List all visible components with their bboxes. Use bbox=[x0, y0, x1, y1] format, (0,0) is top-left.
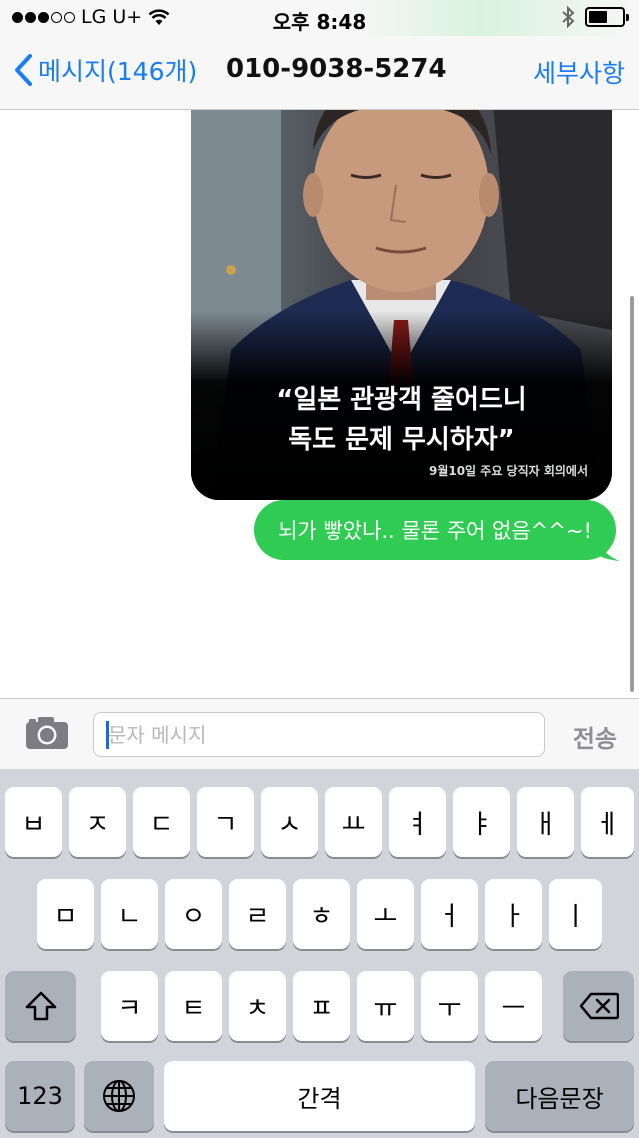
key[interactable]: ㅍ bbox=[293, 971, 350, 1041]
key[interactable]: ㄴ bbox=[101, 879, 158, 949]
status-right bbox=[561, 6, 629, 28]
message-input[interactable] bbox=[93, 712, 545, 757]
scroll-indicator[interactable] bbox=[630, 296, 634, 692]
key[interactable]: ㅠ bbox=[357, 971, 414, 1041]
bubble-tail bbox=[596, 540, 620, 561]
return-key[interactable]: 다음문장 bbox=[485, 1061, 634, 1131]
key[interactable]: ㅇ bbox=[165, 879, 222, 949]
key[interactable]: ㅁ bbox=[37, 879, 94, 949]
image-source-note: 9월10일 주요 당직자 회의에서 bbox=[428, 464, 588, 478]
space-key[interactable]: 간격 bbox=[164, 1061, 475, 1131]
camera-icon[interactable] bbox=[24, 715, 70, 751]
send-button[interactable]: 전송 bbox=[573, 719, 617, 754]
battery-level bbox=[589, 11, 607, 23]
delete-icon bbox=[579, 992, 619, 1020]
conversation-title: 010-9038-5274 bbox=[226, 54, 447, 84]
chevron-left-icon bbox=[15, 54, 32, 86]
globe-key[interactable] bbox=[84, 1061, 154, 1131]
globe-icon bbox=[103, 1080, 135, 1112]
key[interactable]: ㅋ bbox=[101, 971, 158, 1041]
shift-key[interactable] bbox=[5, 971, 76, 1041]
key[interactable]: ㅑ bbox=[453, 787, 510, 857]
key[interactable]: ㅔ bbox=[581, 787, 634, 857]
key[interactable]: ㄹ bbox=[229, 879, 286, 949]
key[interactable]: ㅏ bbox=[485, 879, 542, 949]
image-message[interactable]: “일본 관광객 줄어드니 독도 문제 무시하자” 9월10일 주요 당직자 회의… bbox=[191, 110, 612, 500]
shift-icon bbox=[25, 991, 56, 1021]
image-caption-line2: 독도 문제 무시하자” bbox=[288, 425, 515, 455]
key[interactable]: ㅓ bbox=[421, 879, 478, 949]
delete-key[interactable] bbox=[563, 971, 634, 1041]
image-caption: “일본 관광객 줄어드니 독도 문제 무시하자” bbox=[191, 380, 612, 460]
key[interactable]: ㅛ bbox=[325, 787, 382, 857]
key[interactable]: ㅡ bbox=[485, 971, 542, 1041]
key[interactable]: ㄷ bbox=[133, 787, 190, 857]
key[interactable]: ㅣ bbox=[549, 879, 602, 949]
key[interactable]: ㅗ bbox=[357, 879, 414, 949]
battery-icon bbox=[585, 7, 629, 27]
key[interactable]: ㅜ bbox=[421, 971, 478, 1041]
bluetooth-icon bbox=[562, 6, 575, 28]
image-caption-line1: “일본 관광객 줄어드니 bbox=[276, 385, 527, 415]
key[interactable]: ㅂ bbox=[5, 787, 62, 857]
key[interactable]: ㅊ bbox=[229, 971, 286, 1041]
details-button[interactable]: 세부사항 bbox=[533, 54, 625, 90]
key[interactable]: ㄱ bbox=[197, 787, 254, 857]
status-time: 오후 8:48 bbox=[272, 10, 367, 34]
status-bar: LG U+ 오후 8:48 bbox=[0, 0, 639, 36]
text-cursor bbox=[106, 721, 109, 749]
key[interactable]: ㅅ bbox=[261, 787, 318, 857]
sent-message-bubble[interactable]: 뇌가 빻았나.. 물론 주어 없음^^~! bbox=[254, 500, 616, 560]
numbers-key[interactable]: 123 bbox=[5, 1061, 75, 1131]
key[interactable]: ㅈ bbox=[69, 787, 126, 857]
back-button-label: 메시지(146개) bbox=[38, 57, 198, 86]
navigation-bar: 메시지(146개) 010-9038-5274 세부사항 bbox=[0, 36, 639, 110]
conversation-view[interactable]: “일본 관광객 줄어드니 독도 문제 무시하자” 9월10일 주요 당직자 회의… bbox=[0, 110, 639, 698]
key[interactable]: ㅎ bbox=[293, 879, 350, 949]
key[interactable]: ㅌ bbox=[165, 971, 222, 1041]
sent-message-text: 뇌가 빻았나.. 물론 주어 없음^^~! bbox=[278, 519, 592, 543]
korean-keyboard: ㅂ ㅈ ㄷ ㄱ ㅅ ㅛ ㅕ ㅑ ㅐ ㅔ ㅁ ㄴ ㅇ ㄹ ㅎ ㅗ ㅓ ㅏ ㅣ ㅋ … bbox=[0, 769, 639, 1138]
message-input-bar: 전송 bbox=[0, 698, 639, 769]
back-button[interactable]: 메시지(146개) bbox=[12, 52, 197, 88]
key[interactable]: ㅐ bbox=[517, 787, 574, 857]
key[interactable]: ㅕ bbox=[389, 787, 446, 857]
